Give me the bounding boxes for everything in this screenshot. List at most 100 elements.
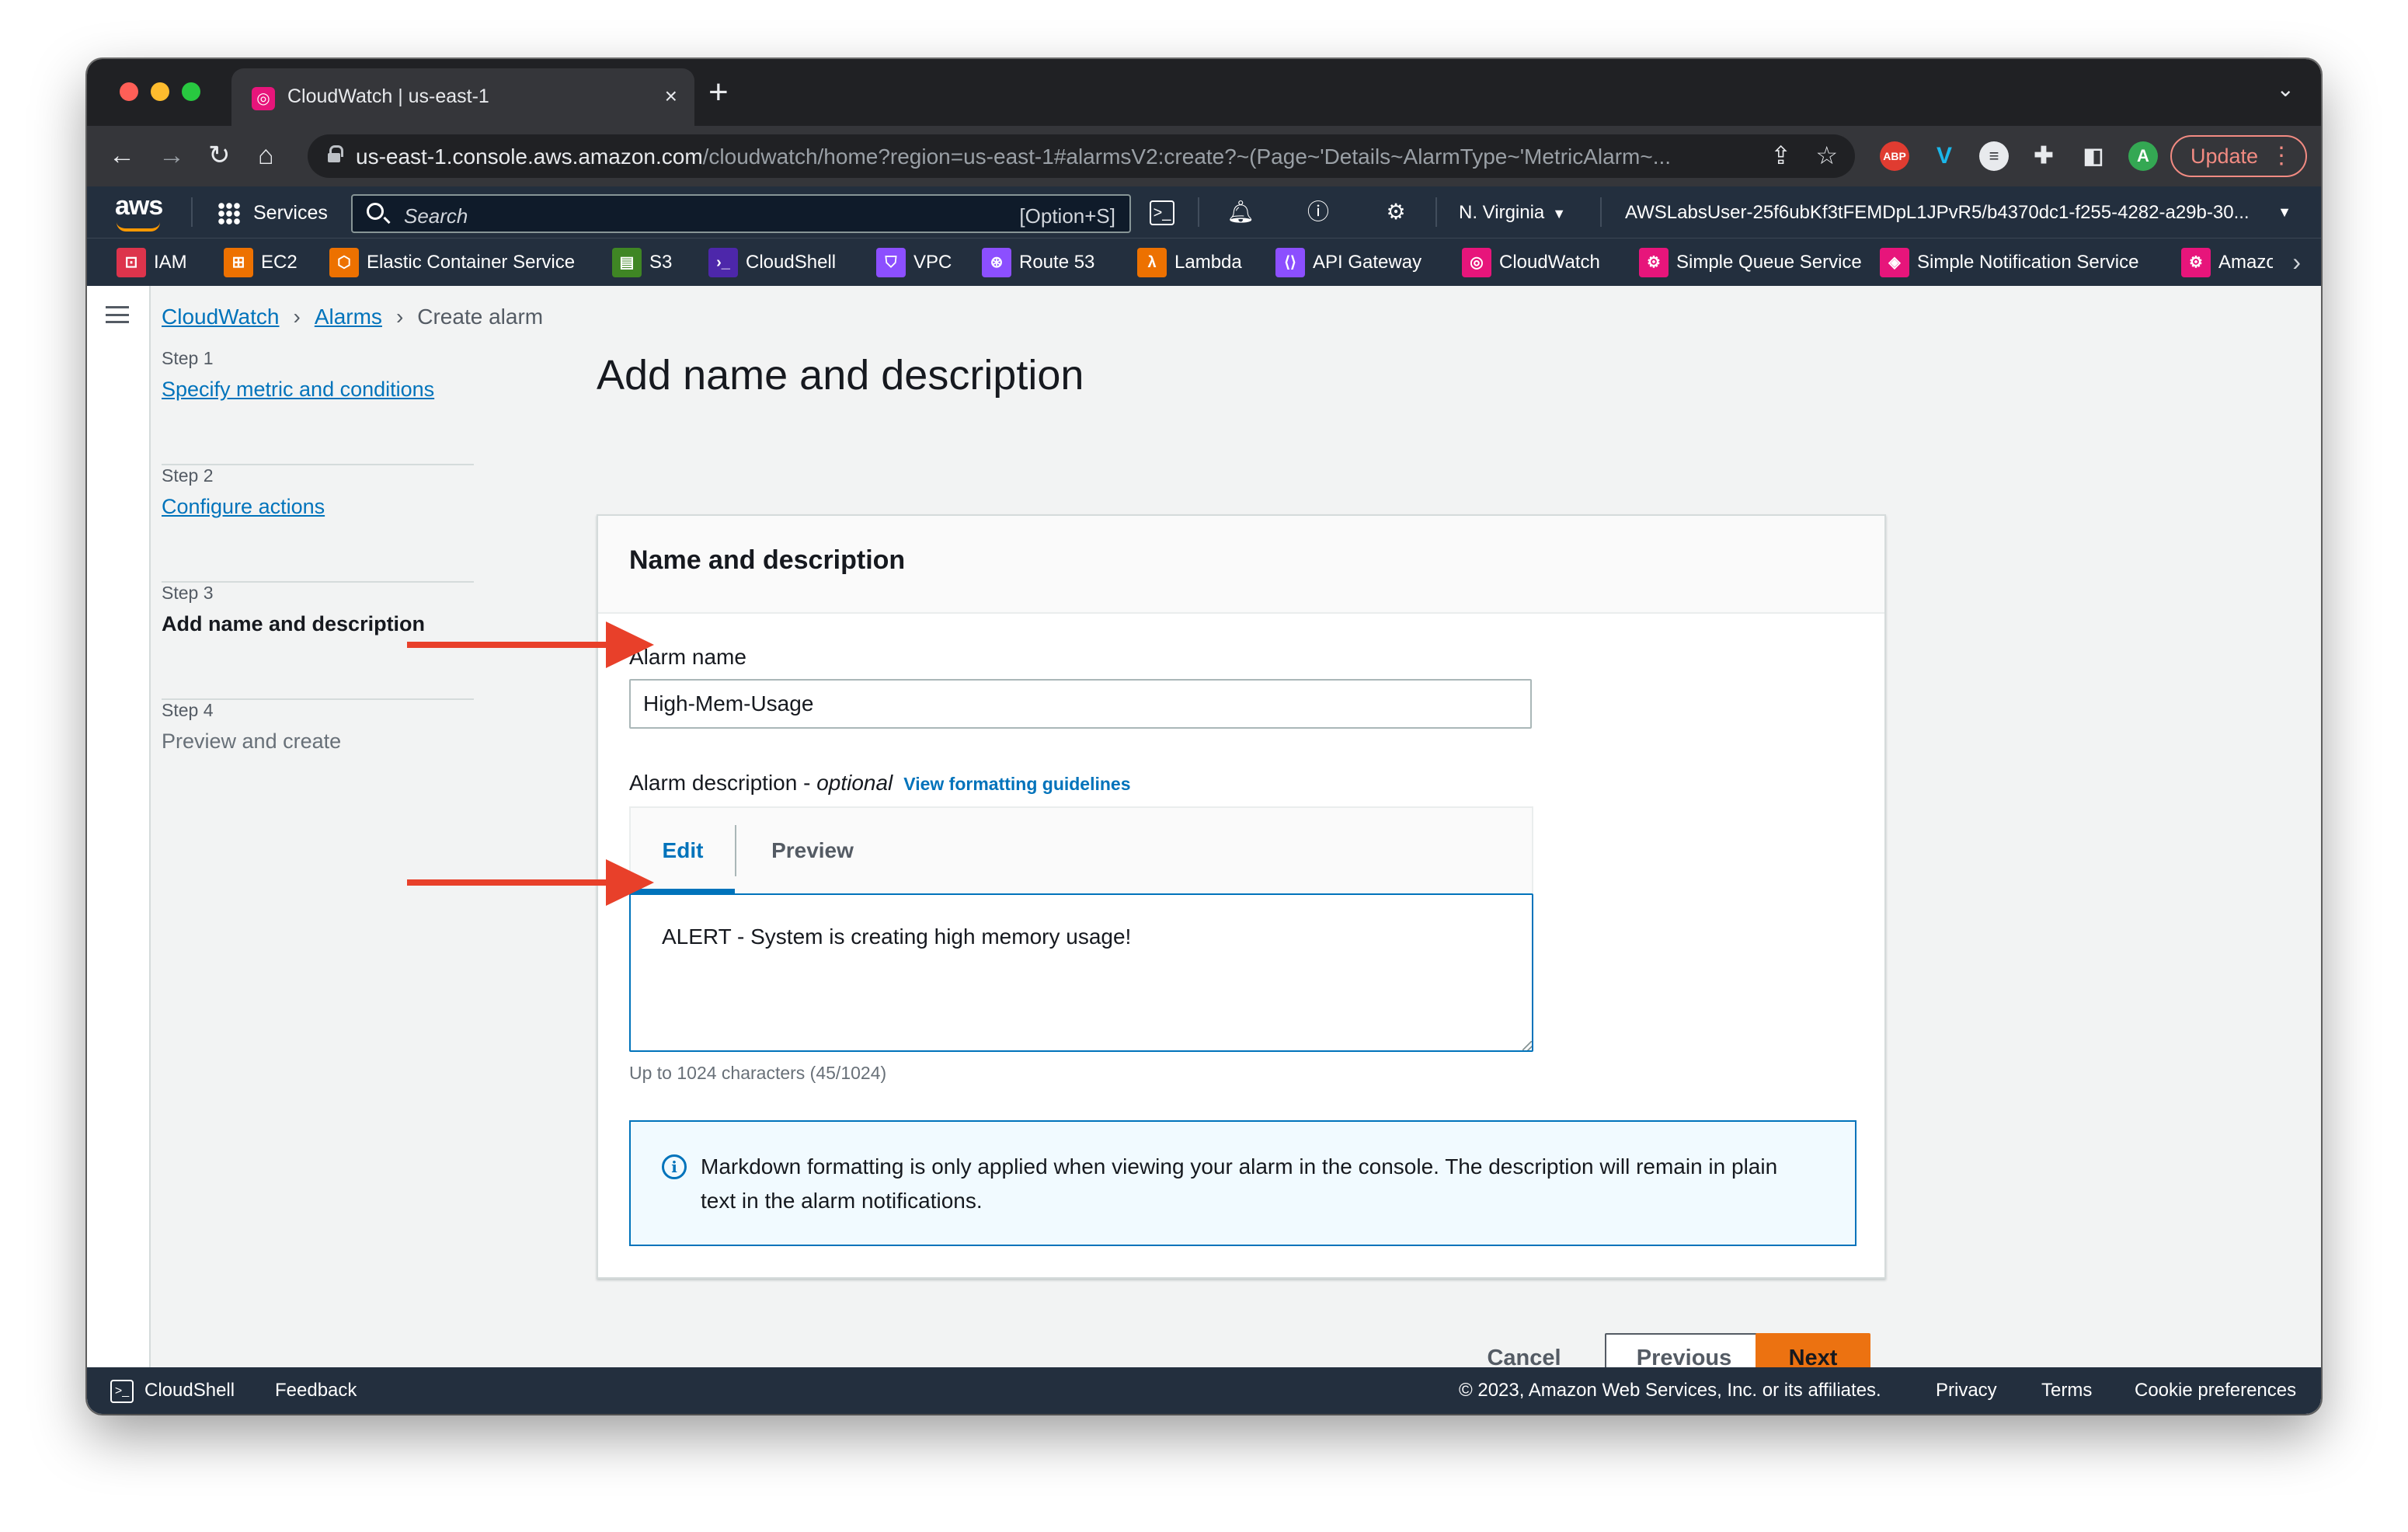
favorite-ec2[interactable]: ⊞ EC2 bbox=[224, 248, 298, 279]
side-panel-icon[interactable]: ◧ bbox=[2079, 141, 2108, 171]
back-arrow-icon[interactable]: ← bbox=[109, 138, 135, 172]
minimize-window-button[interactable] bbox=[151, 82, 169, 101]
tab-title: CloudWatch | us-east-1 bbox=[287, 85, 489, 107]
favorite-label: CloudWatch bbox=[1499, 252, 1600, 273]
favorite-iam[interactable]: ⊡ IAM bbox=[117, 248, 187, 279]
side-nav-rail bbox=[87, 286, 151, 1414]
forward-arrow-icon[interactable]: → bbox=[158, 138, 185, 172]
service-iam-icon: ⊡ bbox=[117, 248, 146, 277]
services-menu[interactable]: Services bbox=[253, 202, 328, 225]
arrow-head bbox=[606, 622, 654, 668]
browser-tab-cloudwatch[interactable]: ◎ CloudWatch | us-east-1 × bbox=[231, 68, 694, 126]
services-grid-icon[interactable] bbox=[217, 202, 241, 225]
home-icon[interactable]: ⌂ bbox=[258, 138, 274, 172]
favorite-label: API Gateway bbox=[1313, 252, 1422, 273]
footer-terms-link[interactable]: Terms bbox=[2041, 1380, 2092, 1401]
menu-dots-icon: ⋮ bbox=[2270, 143, 2293, 169]
url-text: us-east-1.console.aws.amazon.com/cloudwa… bbox=[356, 144, 1672, 169]
arrow-shaft bbox=[407, 642, 611, 648]
favorite-cloudshell[interactable]: ›_ CloudShell bbox=[708, 248, 836, 279]
update-chrome-button[interactable]: Update ⋮ bbox=[2170, 135, 2307, 177]
aws-logo[interactable]: aws bbox=[115, 191, 163, 221]
favorite-amazo[interactable]: ⚙ Amazo bbox=[2181, 248, 2273, 279]
breadcrumb-cloudwatch[interactable]: CloudWatch bbox=[162, 305, 279, 329]
search-icon bbox=[367, 203, 384, 220]
close-window-button[interactable] bbox=[120, 82, 138, 101]
arrow-shaft bbox=[407, 879, 611, 886]
favorite-label: VPC bbox=[913, 252, 952, 273]
puzzle-extensions-icon[interactable]: ✚ bbox=[2029, 141, 2058, 171]
address-bar[interactable]: us-east-1.console.aws.amazon.com/cloudwa… bbox=[308, 134, 1855, 178]
caret-down-icon: ▼ bbox=[1552, 206, 1567, 221]
favorites-bar: › ⊡ IAM ⊞ EC2 ⬡ Elastic Container Service ▤ S3 ›… bbox=[87, 238, 2321, 286]
wizard-steps: Step 1 Specify metric and conditions Ste… bbox=[162, 348, 480, 817]
service-ec2-icon: ⊞ bbox=[224, 248, 253, 277]
profile-avatar[interactable]: A bbox=[2128, 141, 2158, 171]
browser-window: ◎ CloudWatch | us-east-1 × + ⌄ ← → ↻ ⌂ u… bbox=[87, 59, 2321, 1414]
step-preview-create: Preview and create bbox=[162, 729, 342, 753]
tab-search-chevron-icon[interactable]: ⌄ bbox=[2277, 76, 2295, 102]
breadcrumb-alarms[interactable]: Alarms bbox=[315, 305, 382, 329]
view-formatting-guidelines-link[interactable]: View formatting guidelines bbox=[903, 774, 1130, 794]
favorite-api-gateway[interactable]: ⟨⟩ API Gateway bbox=[1275, 248, 1421, 279]
footer-privacy-link[interactable]: Privacy bbox=[1936, 1380, 1997, 1401]
favorite-label: Simple Notification Service bbox=[1917, 252, 2139, 273]
footer-cloudshell-link[interactable]: CloudShell bbox=[144, 1380, 235, 1401]
alarm-description-textarea[interactable] bbox=[629, 893, 1533, 1052]
favorite-label: Elastic Container Service bbox=[367, 252, 576, 273]
description-tabs: Edit Preview bbox=[629, 806, 1533, 893]
vimeo-extension-icon[interactable]: V bbox=[1930, 141, 1959, 171]
footer-feedback-link[interactable]: Feedback bbox=[275, 1380, 357, 1401]
account-caret-down-icon[interactable]: ▼ bbox=[2270, 197, 2299, 227]
page-title: Add name and description bbox=[597, 352, 1084, 399]
favorite-vpc[interactable]: ⛉ VPC bbox=[876, 248, 952, 279]
cloudshell-icon[interactable]: >_ bbox=[1150, 200, 1174, 225]
aws-top-nav: aws Services Search [Option+S] >_ 🔔︎ ⓘ ⚙… bbox=[87, 186, 2321, 238]
share-icon[interactable]: ⇪ bbox=[1770, 141, 1791, 170]
alarm-name-input[interactable] bbox=[629, 679, 1532, 729]
service-s3-icon: ▤ bbox=[612, 248, 642, 277]
nav-divider bbox=[1198, 197, 1199, 227]
textarea-resize-handle[interactable] bbox=[1522, 1041, 1532, 1050]
maximize-window-button[interactable] bbox=[182, 82, 200, 101]
favorite-lambda[interactable]: λ Lambda bbox=[1137, 248, 1242, 279]
alarm-description-label-text: Alarm description - bbox=[629, 771, 817, 795]
step-link-configure-actions[interactable]: Configure actions bbox=[162, 495, 325, 519]
footer-cookie-preferences-link[interactable]: Cookie preferences bbox=[2135, 1380, 2296, 1401]
service-api-gateway-icon: ⟨⟩ bbox=[1275, 248, 1305, 277]
service-amazo-icon: ⚙ bbox=[2181, 248, 2211, 277]
hamburger-menu-icon[interactable] bbox=[106, 306, 129, 323]
lock-icon bbox=[328, 145, 343, 162]
favorite-s3[interactable]: ▤ S3 bbox=[612, 248, 672, 279]
tab-close-icon[interactable]: × bbox=[665, 84, 677, 109]
favorite-route-53[interactable]: ⊛ Route 53 bbox=[982, 248, 1094, 279]
service-simple-notification-service-icon: ◈ bbox=[1880, 248, 1909, 277]
favorite-simple-notification-service[interactable]: ◈ Simple Notification Service bbox=[1880, 248, 2138, 279]
favorite-elastic-container-service[interactable]: ⬡ Elastic Container Service bbox=[329, 248, 575, 279]
step-link-specify-metric[interactable]: Specify metric and conditions bbox=[162, 378, 434, 402]
annotation-arrow-description bbox=[407, 859, 654, 906]
info-text: Markdown formatting is only applied when… bbox=[701, 1154, 1778, 1213]
step-4: Step 4 Preview and create bbox=[162, 700, 474, 817]
settings-gear-icon[interactable]: ⚙ bbox=[1381, 197, 1411, 227]
account-menu[interactable]: AWSLabsUser-25f6ubKf3tFEMDpL1JPvR5/b4370… bbox=[1625, 202, 2262, 224]
favorite-simple-queue-service[interactable]: ⚙ Simple Queue Service bbox=[1639, 248, 1862, 279]
info-icon: i bbox=[662, 1154, 687, 1179]
adblock-extension-icon[interactable]: ABP bbox=[1880, 141, 1909, 171]
panel-header: Name and description bbox=[598, 516, 1884, 614]
step-number: Step 2 bbox=[162, 465, 214, 486]
cloudwatch-favicon-icon: ◎ bbox=[252, 87, 275, 110]
tab-strip: ◎ CloudWatch | us-east-1 × + ⌄ bbox=[87, 59, 2321, 126]
help-icon[interactable]: ⓘ bbox=[1303, 197, 1333, 227]
console-search-input[interactable]: Search [Option+S] bbox=[351, 194, 1131, 233]
notifications-bell-icon[interactable]: 🔔︎ bbox=[1226, 197, 1255, 227]
character-count: Up to 1024 characters (45/1024) bbox=[629, 1063, 887, 1083]
favorite-cloudwatch[interactable]: ◎ CloudWatch bbox=[1462, 248, 1600, 279]
list-extension-icon[interactable]: ≡ bbox=[1979, 141, 2009, 171]
new-tab-button[interactable]: + bbox=[708, 73, 729, 112]
reload-icon[interactable]: ↻ bbox=[208, 138, 231, 172]
tab-preview[interactable]: Preview bbox=[736, 808, 889, 893]
favorites-scroll-right-icon[interactable]: › bbox=[2292, 248, 2301, 277]
region-selector[interactable]: N. Virginia ▼ bbox=[1459, 202, 1566, 224]
bookmark-star-icon[interactable]: ☆ bbox=[1815, 141, 1838, 170]
